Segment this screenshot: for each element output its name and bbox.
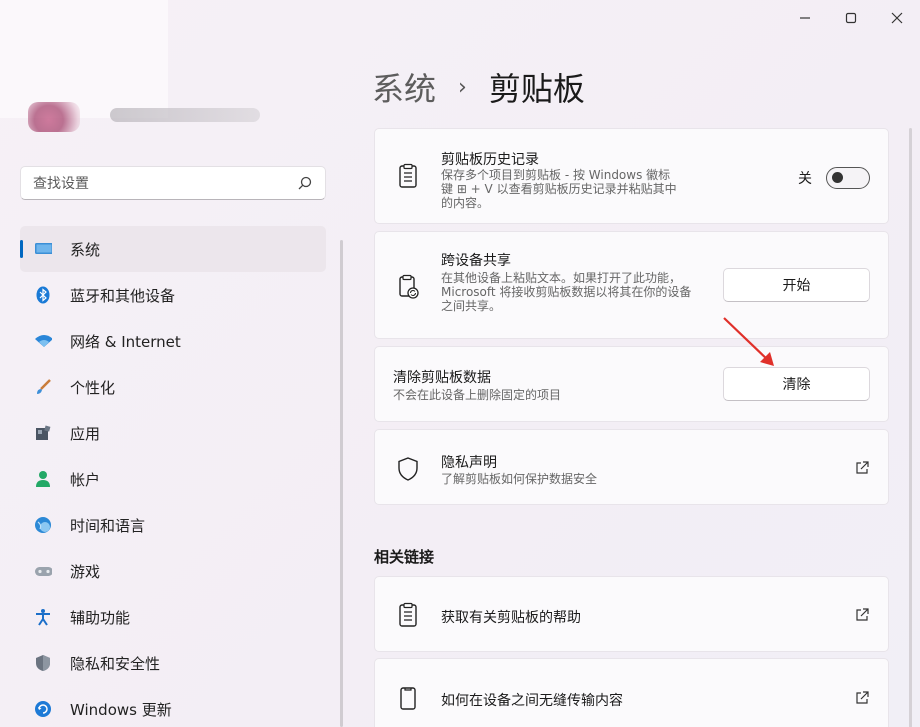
sidebar-item-label: 应用 (70, 424, 101, 443)
sidebar-item-gaming[interactable]: 游戏 (20, 548, 326, 594)
sidebar-item-bluetooth[interactable]: 蓝牙和其他设备 (20, 272, 326, 318)
sidebar-item-label: 蓝牙和其他设备 (70, 286, 176, 305)
shield-outline-icon (398, 457, 418, 481)
clipboard-sync-title: 跨设备共享 (441, 253, 511, 269)
privacy-statement-title: 隐私声明 (441, 455, 497, 471)
sidebar-item-label: 系统 (70, 240, 101, 259)
sidebar-item-label: 帐户 (70, 470, 101, 489)
clipboard-sync-card: 跨设备共享 在其他设备上粘贴文本。如果打开了此功能，Microsoft 将接收剪… (374, 231, 889, 339)
clipboard-sync-desc: 在其他设备上粘贴文本。如果打开了此功能，Microsoft 将接收剪贴板数据以将… (441, 271, 692, 313)
minimize-icon (800, 17, 810, 19)
external-link-icon (856, 608, 869, 621)
account-area[interactable] (0, 0, 168, 118)
external-link-icon (856, 461, 869, 474)
toggle-state-label: 关 (798, 171, 812, 187)
wifi-icon (34, 332, 52, 350)
sidebar-nav: 系统 蓝牙和其他设备 网络 & Internet 个性化 应用 帐户 时间和语言… (20, 226, 326, 727)
related-link-transfer-content[interactable]: 如何在设备之间无缝传输内容 (374, 658, 889, 727)
sidebar-item-time-language[interactable]: 时间和语言 (20, 502, 326, 548)
annotation-arrow-icon (723, 317, 774, 366)
breadcrumb: 系统 › 剪贴板 (372, 64, 585, 110)
start-sync-button[interactable]: 开始 (723, 268, 870, 302)
breadcrumb-separator: › (458, 74, 467, 100)
sidebar-item-personalization[interactable]: 个性化 (20, 364, 326, 410)
settings-window: 查找设置 系统 蓝牙和其他设备 网络 & Internet 个性化 应用 帐户 … (0, 0, 920, 727)
clipboard-history-title: 剪贴板历史记录 (441, 152, 539, 168)
main-scrollbar[interactable] (909, 128, 912, 727)
sidebar-item-system[interactable]: 系统 (20, 226, 326, 272)
page-title: 剪贴板 (488, 70, 585, 108)
close-button[interactable] (874, 0, 920, 36)
clipboard-history-toggle-group: 关 (798, 167, 870, 189)
update-icon (34, 700, 52, 718)
account-name-blurred (110, 108, 260, 122)
clipboard-icon (399, 163, 417, 188)
gamepad-icon (34, 562, 52, 580)
minimize-button[interactable] (782, 0, 828, 36)
privacy-statement-desc: 了解剪贴板如何保护数据安全 (441, 472, 598, 486)
related-link-label: 获取有关剪贴板的帮助 (441, 610, 581, 626)
sidebar-item-label: 个性化 (70, 378, 116, 397)
search-icon[interactable] (297, 175, 313, 191)
sidebar-item-label: Windows 更新 (70, 700, 172, 719)
apps-icon (34, 424, 52, 442)
search-input[interactable]: 查找设置 (33, 173, 297, 193)
sidebar-item-privacy[interactable]: 隐私和安全性 (20, 640, 326, 686)
shield-icon (34, 654, 52, 672)
clipboard-history-desc: 保存多个项目到剪贴板 - 按 Windows 徽标键 ⊞ + V 以查看剪贴板历… (441, 168, 677, 210)
sidebar-item-network[interactable]: 网络 & Internet (20, 318, 326, 364)
external-link-icon (856, 691, 869, 704)
maximize-button[interactable] (828, 0, 874, 36)
close-icon (891, 12, 903, 24)
brush-icon (34, 378, 52, 396)
clipboard-sync-icon (399, 274, 419, 299)
clear-clipboard-title: 清除剪贴板数据 (393, 370, 491, 386)
sidebar-item-windows-update[interactable]: Windows 更新 (20, 686, 326, 727)
sidebar-item-accessibility[interactable]: 辅助功能 (20, 594, 326, 640)
related-link-label: 如何在设备之间无缝传输内容 (441, 693, 623, 709)
clipboard-history-toggle[interactable] (826, 167, 870, 189)
phone-icon (400, 687, 416, 710)
related-link-clipboard-help[interactable]: 获取有关剪贴板的帮助 (374, 576, 889, 652)
clipboard-history-card: 剪贴板历史记录 保存多个项目到剪贴板 - 按 Windows 徽标键 ⊞ + V… (374, 128, 889, 224)
caption-bar (782, 0, 920, 36)
privacy-statement-card[interactable]: 隐私声明 了解剪贴板如何保护数据安全 (374, 429, 889, 505)
person-icon (34, 470, 52, 488)
sidebar-item-label: 辅助功能 (70, 608, 131, 627)
clear-clipboard-card: 清除剪贴板数据 不会在此设备上删除固定的项目 清除 (374, 346, 889, 422)
avatar[interactable] (28, 102, 80, 132)
accessibility-icon (34, 608, 52, 626)
sidebar-item-apps[interactable]: 应用 (20, 410, 326, 456)
bluetooth-icon (34, 286, 52, 304)
sidebar-item-label: 时间和语言 (70, 516, 146, 535)
sidebar-scrollbar[interactable] (340, 240, 343, 727)
clipboard-icon (399, 602, 417, 627)
globe-clock-icon (34, 516, 52, 534)
clear-button[interactable]: 清除 (723, 367, 870, 401)
search-box[interactable]: 查找设置 (20, 166, 326, 200)
sidebar-item-label: 隐私和安全性 (70, 654, 161, 673)
related-links-heading: 相关链接 (374, 548, 435, 566)
maximize-icon (845, 12, 857, 24)
sidebar-item-label: 游戏 (70, 562, 101, 581)
breadcrumb-parent[interactable]: 系统 (372, 64, 436, 110)
sidebar-item-label: 网络 & Internet (70, 332, 181, 351)
clear-clipboard-desc: 不会在此设备上删除固定的项目 (393, 388, 562, 402)
sidebar-item-accounts[interactable]: 帐户 (20, 456, 326, 502)
monitor-icon (34, 240, 52, 258)
